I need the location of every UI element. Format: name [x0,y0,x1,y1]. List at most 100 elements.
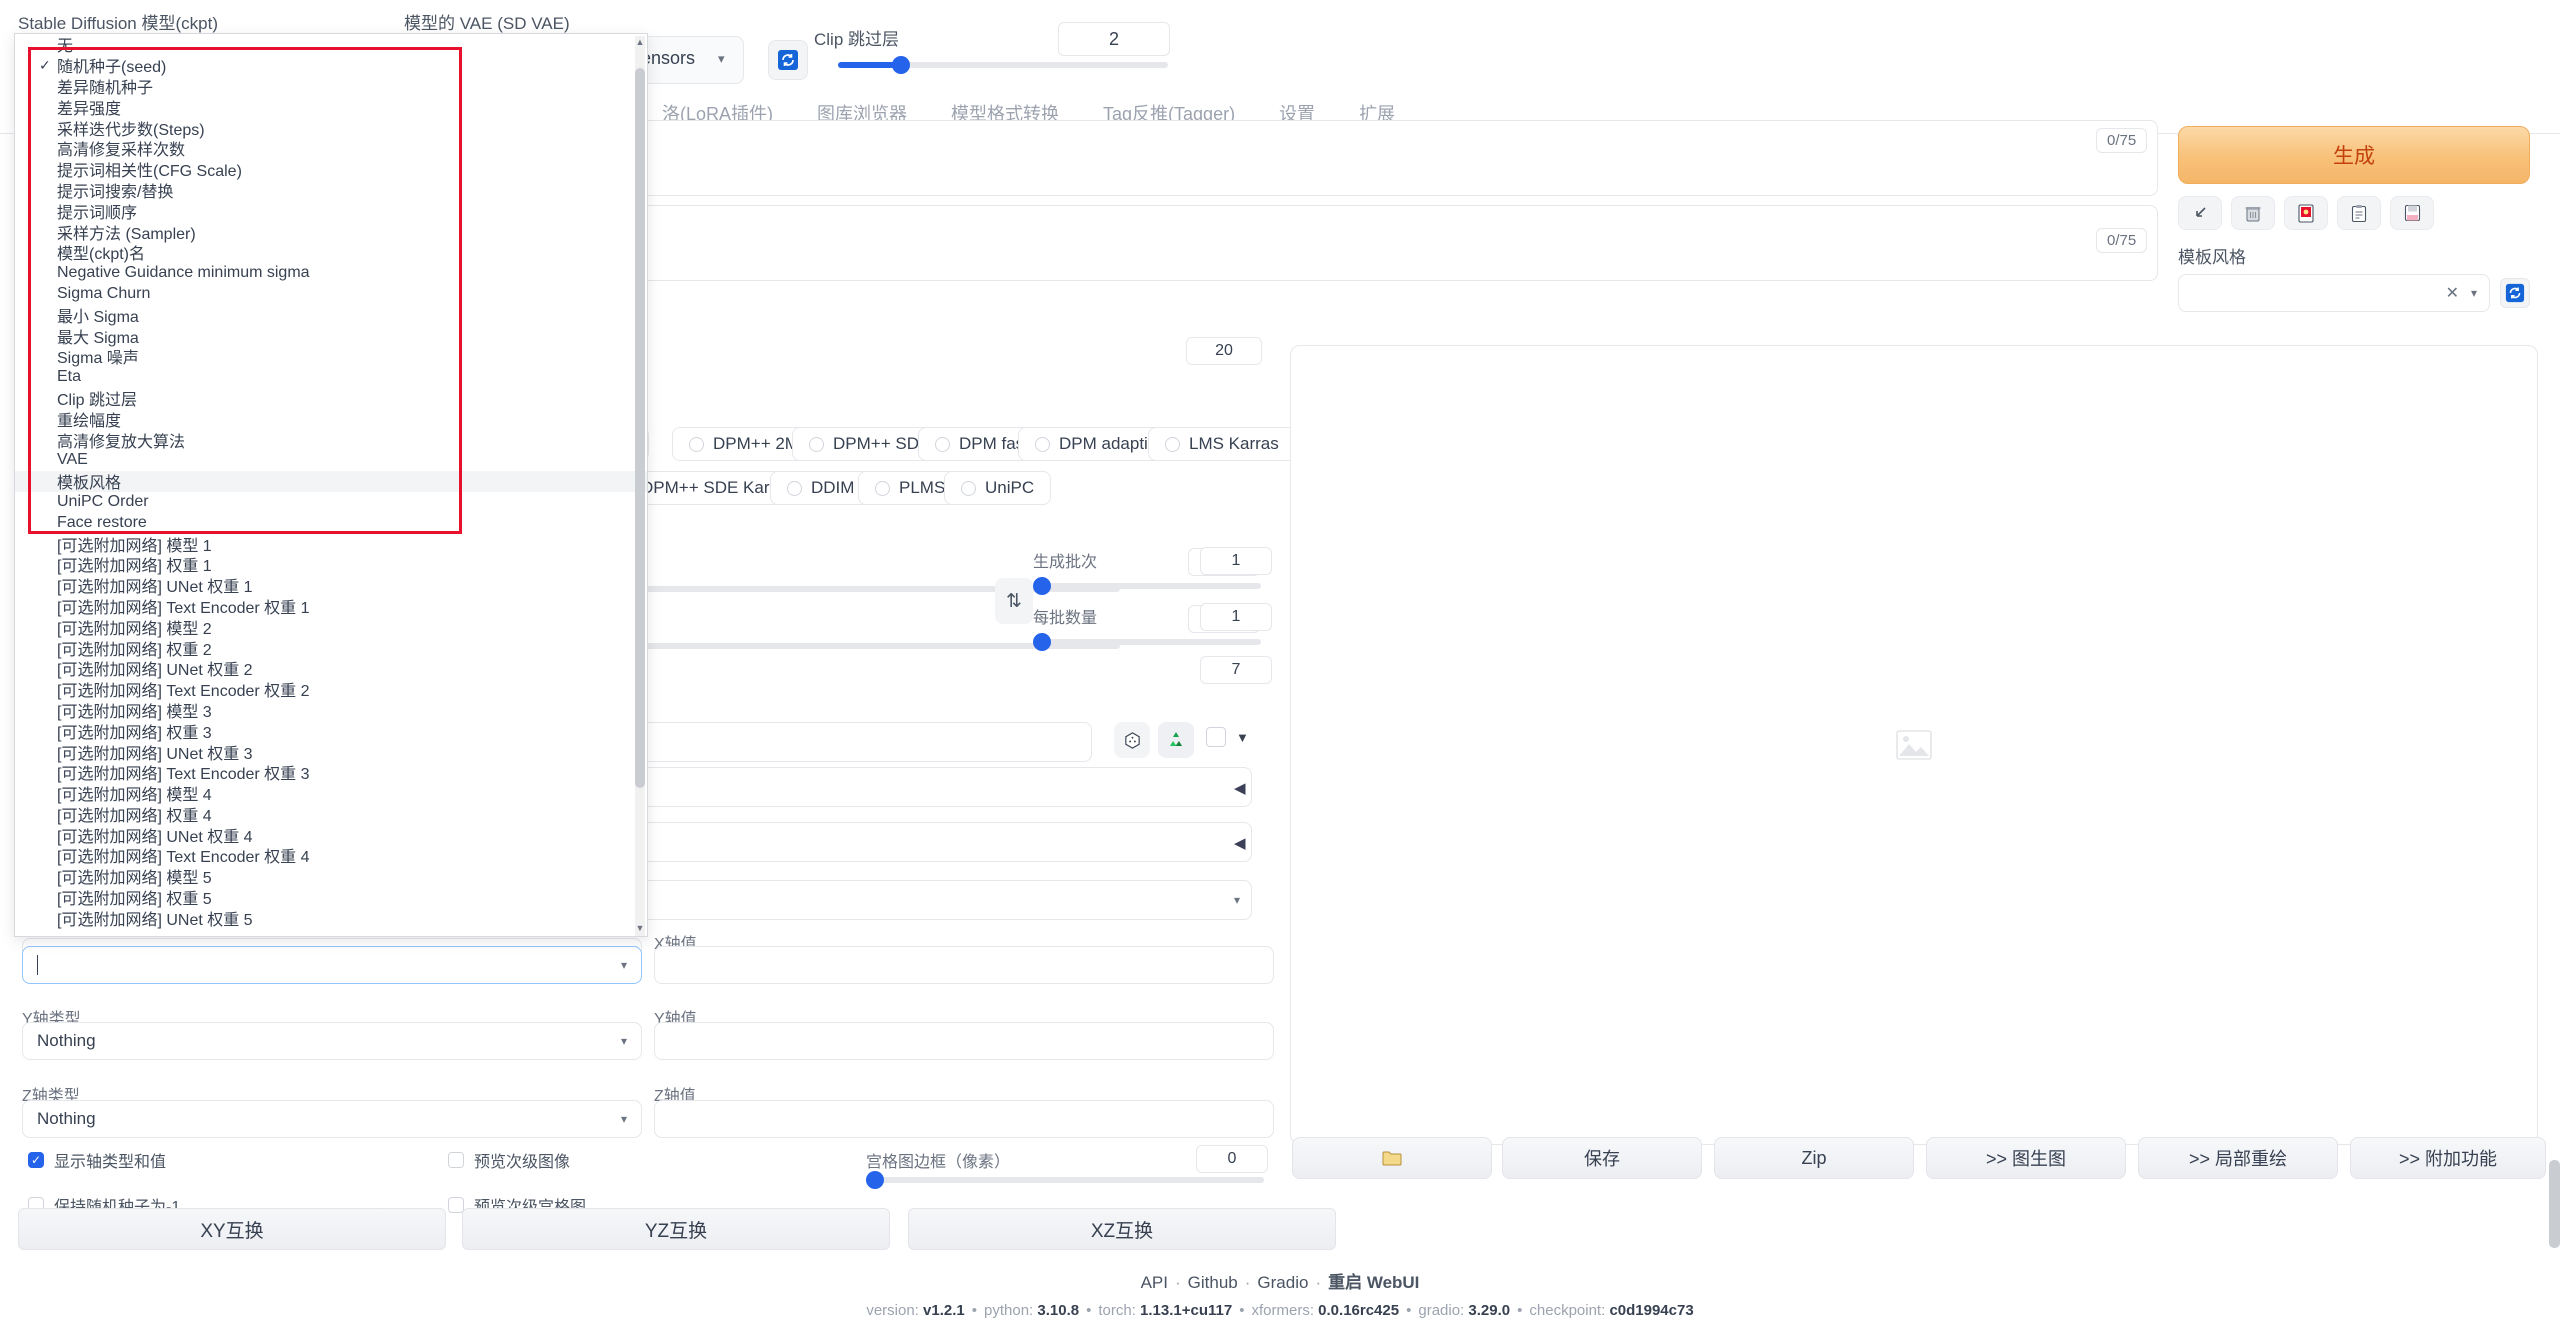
grid-margin-slider-knob[interactable] [866,1171,884,1189]
dropdown-option[interactable]: [可选附加网络] UNet 权重 3 [15,741,647,763]
checkbox-icon[interactable] [28,1152,44,1168]
dropdown-option[interactable]: 重绘幅度 [15,408,647,430]
dropdown-option[interactable]: 高清修复采样次数 [15,138,647,159]
dropdown-option[interactable]: 采样方法 (Sampler) [15,221,647,243]
refiner-row[interactable] [640,822,1252,862]
script-select[interactable] [640,880,1252,920]
y-axis-type-select[interactable]: Nothing ▾ [22,1022,642,1060]
steps-value[interactable]: 20 [1186,337,1262,365]
dropdown-option[interactable]: 模板风格 [15,470,647,492]
clip-skip-slider-knob[interactable] [892,56,910,74]
dropdown-option[interactable]: UniPC Order [15,492,647,513]
seed-input[interactable] [640,722,1092,762]
x-axis-values-input[interactable] [654,946,1274,984]
dice-button[interactable] [1114,722,1150,758]
dropdown-option[interactable]: [可选附加网络] Text Encoder 权重 3 [15,762,647,783]
batch-size-value[interactable]: 1 [1200,603,1272,631]
batch-count-slider[interactable] [1033,577,1261,595]
dropdown-option[interactable]: Clip 跳过层 [15,388,647,409]
dropdown-option[interactable]: 差异强度 [15,96,647,118]
checkbox-icon[interactable] [448,1152,464,1168]
positive-prompt-box[interactable] [640,120,2158,196]
sampler-lmskarras[interactable]: LMS Karras [1148,427,1296,461]
dropdown-option[interactable]: 提示词相关性(CFG Scale) [15,159,647,180]
chevron-down-icon[interactable]: ▾ [621,958,627,972]
footer-link[interactable]: Github [1188,1273,1238,1292]
cfg-scale-value[interactable]: 7 [1200,656,1272,684]
send-to-img2img-button[interactable]: >> 图生图 [1926,1137,2126,1179]
batch-size-slider[interactable] [1033,633,1261,651]
z-axis-type-select[interactable]: Nothing ▾ [22,1100,642,1138]
batch-count-value[interactable]: 1 [1200,547,1272,575]
save-button[interactable]: 保存 [1502,1137,1702,1179]
xz-swap-button[interactable]: XZ互换 [908,1208,1336,1250]
dropdown-option[interactable]: 无 [15,34,647,55]
checkbox-show-axis-type[interactable]: 显示轴类型和值 [28,1148,166,1172]
dropdown-option[interactable]: 提示词搜索/替换 [15,180,647,201]
dropdown-option[interactable]: [可选附加网络] 权重 2 [15,637,647,659]
dropdown-option[interactable]: Sigma Churn [15,284,647,305]
styles-select[interactable]: ✕ ▾ [2178,274,2490,312]
arrow-into-icon[interactable] [2178,196,2222,230]
close-icon[interactable]: ✕ [2446,283,2459,303]
chevron-down-icon[interactable]: ▾ [621,1034,627,1048]
swap-dimensions-button[interactable]: ⇅ [995,578,1033,624]
chevron-left-icon[interactable]: ◀ [1234,779,1246,797]
trash-icon[interactable] [2231,196,2275,230]
xy-swap-button[interactable]: XY互换 [18,1208,446,1250]
dropdown-option[interactable]: [可选附加网络] Text Encoder 权重 2 [15,679,647,700]
dropdown-option[interactable]: VAE [15,450,647,471]
dropdown-option[interactable]: Face restore [15,512,647,533]
batch-size-slider-knob[interactable] [1033,633,1051,651]
dropdown-option[interactable]: [可选附加网络] UNet 权重 5 [15,907,647,929]
dropdown-option[interactable]: Sigma 噪声 [15,346,647,367]
refresh-styles-button[interactable] [2500,278,2530,308]
dropdown-option[interactable]: [可选附加网络] Text Encoder 权重 1 [15,596,647,617]
recycle-button[interactable] [1158,722,1194,758]
dropdown-option[interactable]: [可选附加网络] 权重 4 [15,803,647,825]
dropdown-option[interactable]: [可选附加网络] UNet 权重 4 [15,824,647,846]
dropdown-option[interactable]: 最小 Sigma [15,304,647,326]
footer-link[interactable]: Gradio [1257,1273,1308,1292]
chevron-down-icon[interactable]: ▼ [1236,730,1249,745]
dropdown-option[interactable]: [可选附加网络] 模型 1 [15,533,647,555]
batch-count-slider-knob[interactable] [1033,577,1051,595]
dropdown-option[interactable]: [可选附加网络] 权重 5 [15,887,647,908]
checkbox-preview-sub-image[interactable]: 预览次级图像 [448,1148,570,1172]
yz-swap-button[interactable]: YZ互换 [462,1208,890,1250]
x-axis-type-input[interactable]: ▾ [22,946,642,984]
chevron-up-icon[interactable]: ▲ [635,36,645,48]
dropdown-option[interactable]: [可选附加网络] UNet 权重 2 [15,658,647,679]
seed-extra-checkbox[interactable] [1206,727,1226,747]
dropdown-option[interactable]: ✓ 随机种子(seed) [15,55,647,77]
dropdown-option[interactable]: [可选附加网络] UNet 权重 1 [15,575,647,596]
clipboard-icon[interactable] [2337,196,2381,230]
dropdown-scrollbar-thumb[interactable] [635,68,645,788]
footer-links[interactable]: API · Github · Gradio · 重启 WebUI [0,1268,2560,1293]
dropdown-option[interactable]: [可选附加网络] 模型 3 [15,700,647,721]
chevron-down-icon[interactable]: ▾ [1234,893,1240,907]
grid-margin-slider[interactable] [866,1171,1264,1189]
dropdown-option[interactable]: 采样迭代步数(Steps) [15,117,647,139]
clip-skip-slider[interactable] [838,56,1168,74]
dropdown-option[interactable]: [可选附加网络] 模型 5 [15,866,647,887]
grid-margin-value[interactable]: 0 [1196,1145,1268,1173]
hires-fix-row[interactable] [640,767,1252,807]
dropdown-option[interactable]: [可选附加网络] Text Encoder 权重 4 [15,845,647,866]
save-style-icon[interactable] [2390,196,2434,230]
sampler-ddim[interactable]: DDIM [770,471,872,505]
dropdown-option[interactable]: Eta [15,367,647,388]
dropdown-option[interactable]: Negative Guidance minimum sigma [15,263,647,284]
chevron-down-icon[interactable]: ▼ [635,922,645,934]
chevron-down-icon[interactable]: ▾ [2471,286,2477,300]
negative-prompt-box[interactable] [640,205,2158,281]
card-icon[interactable] [2284,196,2328,230]
send-to-extras-button[interactable]: >> 附加功能 [2350,1137,2546,1179]
clip-skip-value[interactable]: 2 [1058,22,1170,56]
chevron-down-icon[interactable]: ▾ [621,1112,627,1126]
dropdown-option[interactable]: 提示词顺序 [15,200,647,222]
footer-link[interactable]: 重启 WebUI [1328,1273,1419,1292]
sampler-unipc[interactable]: UniPC [944,471,1052,505]
image-preview-panel[interactable] [1290,345,2538,1145]
dropdown-option[interactable]: 差异随机种子 [15,76,647,97]
